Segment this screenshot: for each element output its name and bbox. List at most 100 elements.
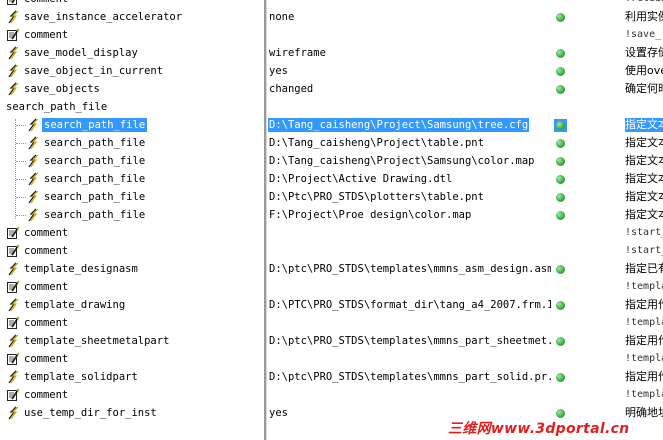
option-description: !templa (625, 353, 663, 364)
status-dot-icon (556, 157, 565, 166)
option-value[interactable]: D:\Tang_caisheng\Project\table.pnt (269, 136, 551, 150)
option-name-cell[interactable]: use_temp_dir_for_inst (0, 404, 262, 422)
option-value[interactable]: wireframe (269, 46, 551, 60)
comment-icon (6, 352, 20, 366)
option-value[interactable]: F:\Project\Proe design\color.map (269, 208, 551, 222)
option-row[interactable]: comment !save_ (0, 26, 663, 44)
option-name[interactable]: save_model_display (24, 46, 138, 60)
option-name[interactable]: search_path_file (44, 190, 145, 204)
option-name-cell[interactable]: comment (0, 386, 262, 404)
option-row[interactable]: search_path_file D:\Tang_caisheng\Project… (0, 152, 663, 170)
status-dot-icon (556, 337, 565, 346)
option-name-cell[interactable]: template_solidpart (0, 368, 262, 386)
option-name-cell[interactable]: save_object_in_current (0, 62, 262, 80)
option-description: !retain (625, 0, 663, 6)
option-row[interactable]: comment !retain (0, 0, 663, 8)
option-row[interactable]: search_path_file D:\Tang_caisheng\Project… (0, 134, 663, 152)
option-row[interactable]: template_sheetmetalpart D:\ptc\PRO_STDS\t… (0, 332, 663, 350)
option-name-cell[interactable]: template_designasm (0, 260, 262, 278)
status-dot-icon (556, 193, 565, 202)
option-name-cell[interactable]: comment (0, 278, 262, 296)
status-dot-icon (556, 67, 565, 76)
option-name[interactable]: search_path_file (44, 136, 145, 150)
option-row[interactable]: comment !templa (0, 278, 663, 296)
option-icon (26, 118, 40, 132)
option-name[interactable]: search_path_file (44, 172, 145, 186)
option-name[interactable]: search_path_file (6, 100, 107, 114)
option-name-cell[interactable]: search_path_file (0, 188, 262, 206)
option-row[interactable]: comment !start_ (0, 242, 663, 260)
option-name[interactable]: use_temp_dir_for_inst (24, 406, 157, 420)
option-value[interactable]: D:\PTC\PRO_STDS\format_dir\tang_a4_2007.… (269, 298, 551, 312)
column-divider[interactable] (264, 0, 267, 440)
option-row[interactable]: save_objects changed 确定何时 (0, 80, 663, 98)
option-name[interactable]: save_instance_accelerator (24, 10, 182, 24)
option-name-cell[interactable]: save_instance_accelerator (0, 8, 262, 26)
option-name[interactable]: comment (24, 244, 68, 258)
option-row[interactable]: template_designasm D:\ptc\PRO_STDS\templa… (0, 260, 663, 278)
option-name-cell[interactable]: comment (0, 350, 262, 368)
option-row[interactable]: search_path_file (0, 98, 663, 116)
option-value[interactable]: D:\Tang_caisheng\Project\Samsung\tree.cf… (268, 118, 530, 132)
option-value[interactable]: changed (269, 82, 551, 96)
option-description: 使用ove (625, 64, 663, 77)
option-name[interactable]: comment (24, 28, 68, 42)
option-name[interactable]: template_drawing (24, 298, 125, 312)
option-name-cell[interactable]: save_model_display (0, 44, 262, 62)
option-description: 指定文本 (625, 136, 663, 149)
option-name[interactable]: search_path_file (42, 118, 148, 132)
option-value[interactable]: D:\ptc\PRO_STDS\templates\mmns_asm_desig… (269, 262, 551, 276)
option-name-cell[interactable]: template_sheetmetalpart (0, 332, 262, 350)
option-name[interactable]: template_solidpart (24, 370, 138, 384)
option-name-cell[interactable]: search_path_file (0, 134, 262, 152)
option-name-cell[interactable]: comment (0, 26, 262, 44)
option-value[interactable]: D:\ptc\PRO_STDS\templates\mmns_part_soli… (269, 370, 551, 384)
tree-branch-line (16, 143, 26, 144)
option-name[interactable]: template_sheetmetalpart (24, 334, 169, 348)
option-name-cell[interactable]: search_path_file (0, 98, 262, 116)
option-row[interactable]: save_instance_accelerator none 利用实例 (0, 8, 663, 26)
option-name[interactable]: comment (24, 388, 68, 402)
option-name[interactable]: save_object_in_current (24, 64, 163, 78)
tree-connector (15, 119, 16, 219)
option-row[interactable]: save_object_in_current yes 使用ove (0, 62, 663, 80)
option-row[interactable]: template_solidpart D:\ptc\PRO_STDS\templa… (0, 368, 663, 386)
option-name[interactable]: template_designasm (24, 262, 138, 276)
option-name-cell[interactable]: search_path_file (0, 206, 262, 224)
option-value[interactable]: yes (269, 64, 551, 78)
option-row[interactable]: comment !start_ (0, 224, 663, 242)
option-name-cell[interactable]: search_path_file (0, 116, 262, 134)
option-icon (26, 136, 40, 150)
option-name[interactable]: comment (24, 352, 68, 366)
option-value[interactable]: D:\Tang_caisheng\Project\Samsung\color.m… (269, 154, 551, 168)
option-value[interactable]: D:\Project\Active Drawing.dtl (269, 172, 551, 186)
option-row[interactable]: search_path_file F:\Project\Proe design\c… (0, 206, 663, 224)
option-name-cell[interactable]: comment (0, 0, 262, 8)
option-name-cell[interactable]: search_path_file (0, 170, 262, 188)
option-row[interactable]: comment !templa (0, 314, 663, 332)
option-row[interactable]: search_path_file D:\Tang_caisheng\Project… (0, 116, 663, 134)
option-value[interactable]: D:\Ptc\PRO_STDS\plotters\table.pnt (269, 190, 551, 204)
option-name[interactable]: comment (24, 316, 68, 330)
option-row[interactable]: save_model_display wireframe 设置存储 (0, 44, 663, 62)
option-description: 指定文本 (625, 208, 663, 221)
option-row[interactable]: comment !templa (0, 350, 663, 368)
option-name-cell[interactable]: search_path_file (0, 152, 262, 170)
option-name-cell[interactable]: comment (0, 314, 262, 332)
option-name[interactable]: search_path_file (44, 154, 145, 168)
option-name[interactable]: comment (24, 280, 68, 294)
option-value[interactable]: D:\ptc\PRO_STDS\templates\mmns_part_shee… (269, 334, 551, 348)
option-name[interactable]: search_path_file (44, 208, 145, 222)
option-name[interactable]: comment (24, 0, 68, 6)
option-row[interactable]: search_path_file D:\Ptc\PRO_STDS\plotters… (0, 188, 663, 206)
option-name[interactable]: save_objects (24, 82, 100, 96)
option-row[interactable]: comment !templa (0, 386, 663, 404)
option-value[interactable]: none (269, 10, 551, 24)
option-name-cell[interactable]: comment (0, 242, 262, 260)
option-name-cell[interactable]: comment (0, 224, 262, 242)
option-row[interactable]: template_drawing D:\PTC\PRO_STDS\format_d… (0, 296, 663, 314)
option-row[interactable]: search_path_file D:\Project\Active Drawin… (0, 170, 663, 188)
option-name-cell[interactable]: save_objects (0, 80, 262, 98)
option-name-cell[interactable]: template_drawing (0, 296, 262, 314)
option-name[interactable]: comment (24, 226, 68, 240)
